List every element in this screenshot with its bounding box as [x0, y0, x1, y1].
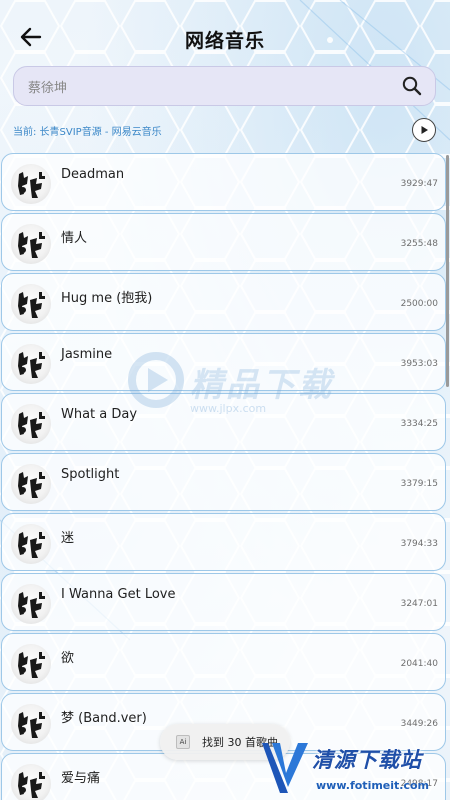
- song-title: 爱与痛: [61, 771, 101, 786]
- song-row[interactable]: What a Day 3334:25: [1, 393, 446, 451]
- album-cover-icon: [11, 224, 51, 264]
- album-cover-icon: [11, 284, 51, 324]
- song-row[interactable]: Spotlight 3379:15: [1, 453, 446, 511]
- song-row[interactable]: Hug me (抱我) 2500:00: [1, 273, 446, 331]
- song-duration: 3255:48: [400, 239, 438, 249]
- song-row[interactable]: 迷 3794:33: [1, 513, 446, 571]
- song-duration: 3953:03: [400, 359, 438, 369]
- search-icon[interactable]: [401, 75, 423, 97]
- top-bar: 网络音乐: [0, 18, 450, 60]
- song-title: I Wanna Get Love: [61, 587, 176, 602]
- song-title: What a Day: [61, 407, 138, 422]
- album-cover-icon: [11, 644, 51, 684]
- song-row[interactable]: 爱与痛 2498:17: [1, 753, 446, 800]
- album-cover-icon: [11, 584, 51, 624]
- album-cover-icon: [11, 344, 51, 384]
- album-cover-icon: [11, 524, 51, 564]
- song-title: Jasmine: [61, 347, 113, 362]
- song-duration: 3379:15: [400, 479, 438, 489]
- song-row[interactable]: 情人 3255:48: [1, 213, 446, 271]
- source-row: 当前: 长青SVIP音源 - 网易云音乐: [13, 118, 436, 144]
- toast-message: 找到 30 首歌曲: [202, 736, 278, 749]
- song-duration: 3794:33: [400, 539, 438, 549]
- song-duration: 2498:17: [400, 779, 438, 789]
- song-duration: 2041:40: [400, 659, 438, 669]
- song-duration: 3929:47: [400, 179, 438, 189]
- scrollbar[interactable]: [446, 155, 449, 387]
- song-row[interactable]: I Wanna Get Love 3247:01: [1, 573, 446, 631]
- app-icon: Ai: [176, 735, 190, 749]
- song-title: 欲: [61, 651, 75, 666]
- page-title: 网络音乐: [184, 30, 265, 52]
- app-icon-label: Ai: [179, 738, 187, 746]
- song-duration: 3334:25: [400, 419, 438, 429]
- song-title: Spotlight: [61, 467, 120, 482]
- album-cover-icon: [11, 764, 51, 800]
- song-row[interactable]: Deadman 3929:47: [1, 153, 446, 211]
- search-bar: [13, 66, 436, 106]
- search-input[interactable]: [14, 66, 401, 106]
- album-cover-icon: [11, 464, 51, 504]
- song-row[interactable]: Jasmine 3953:03: [1, 333, 446, 391]
- source-label[interactable]: 当前: 长青SVIP音源 - 网易云音乐: [13, 123, 162, 138]
- song-list: Deadman 3929:47 情人 3255:48 Hug me (抱我) 2500:0…: [0, 153, 450, 800]
- song-title: 情人: [61, 231, 88, 246]
- song-duration: 3449:26: [400, 719, 438, 729]
- result-toast: Ai 找到 30 首歌曲: [160, 724, 290, 760]
- app-screen: 网络音乐 当前: 长青SVIP音源 - 网易云音乐 Deadman 3929:47…: [0, 0, 450, 800]
- song-title: Deadman: [61, 167, 125, 182]
- play-all-button[interactable]: [412, 118, 436, 142]
- song-duration: 3247:01: [400, 599, 438, 609]
- song-title: 梦 (Band.ver): [61, 711, 147, 726]
- album-cover-icon: [11, 164, 51, 204]
- album-cover-icon: [11, 704, 51, 744]
- song-title: 迷: [61, 531, 75, 546]
- song-row[interactable]: 欲 2041:40: [1, 633, 446, 691]
- play-circle-icon: [421, 126, 428, 134]
- song-duration: 2500:00: [400, 299, 438, 309]
- album-cover-icon: [11, 404, 51, 444]
- song-title: Hug me (抱我): [61, 291, 153, 306]
